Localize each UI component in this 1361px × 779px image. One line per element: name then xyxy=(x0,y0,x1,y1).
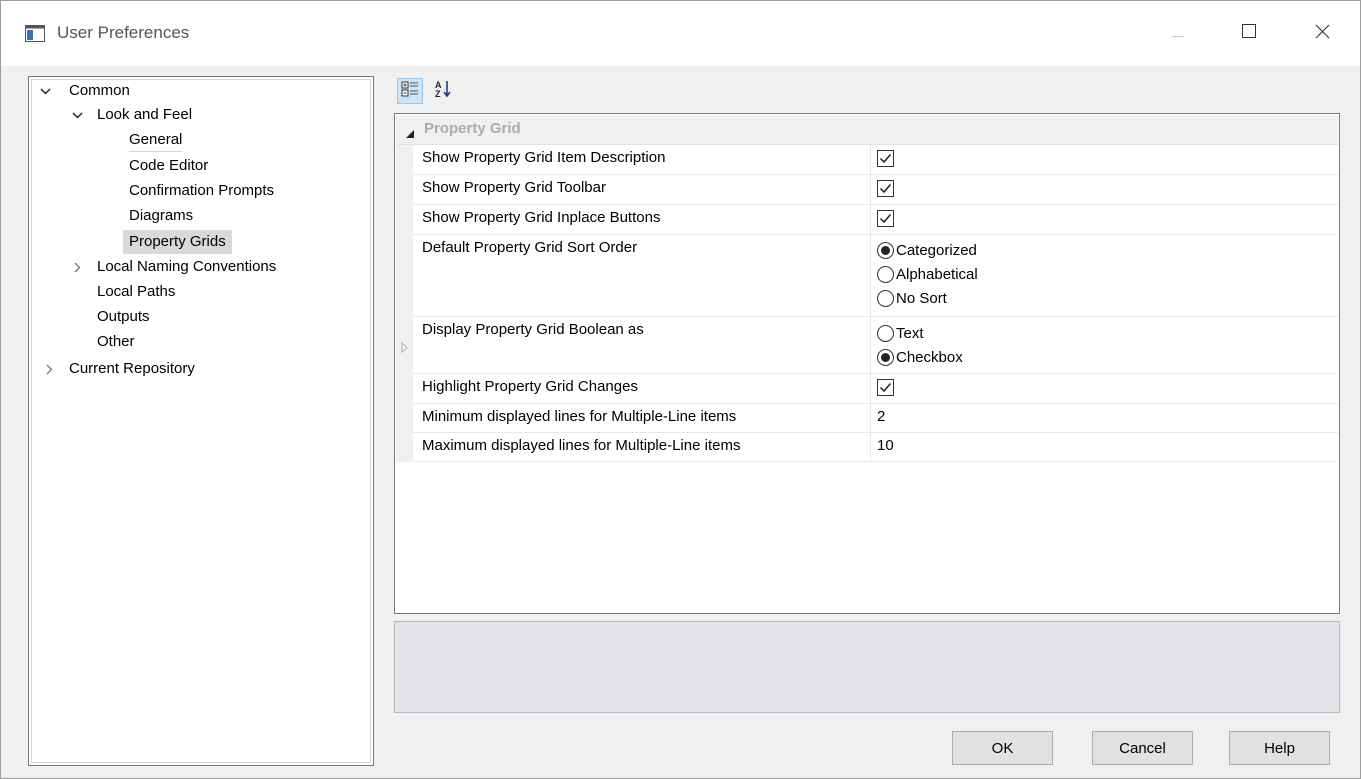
column-separator xyxy=(870,404,871,432)
chevron-right-icon[interactable] xyxy=(70,255,84,279)
tree-item-current-repository[interactable]: Current Repository xyxy=(69,357,195,381)
property-value[interactable]: 2 xyxy=(877,408,885,425)
property-name: Show Property Grid Item Description xyxy=(422,149,666,166)
property-row[interactable]: Show Property Grid Toolbar xyxy=(413,175,1338,205)
close-button[interactable] xyxy=(1299,15,1345,51)
minimize-button[interactable] xyxy=(1155,15,1201,51)
window-title: User Preferences xyxy=(57,23,190,42)
ok-button[interactable]: OK xyxy=(952,731,1053,765)
close-icon xyxy=(1315,24,1330,43)
tree-item-local-naming-conventions[interactable]: Local Naming Conventions xyxy=(97,255,276,279)
radio-option-alphabetical[interactable]: Alphabetical xyxy=(877,262,978,286)
column-separator xyxy=(870,235,871,316)
maximize-icon xyxy=(1242,24,1256,42)
preferences-tree[interactable]: Common Look and Feel General Code Editor… xyxy=(28,76,374,766)
tree-item-common[interactable]: Common xyxy=(69,79,130,103)
tree-item-local-paths[interactable]: Local Paths xyxy=(97,280,175,304)
svg-text:Z: Z xyxy=(435,89,441,99)
radio-button[interactable] xyxy=(877,289,894,307)
tree-item-look-and-feel[interactable]: Look and Feel xyxy=(97,103,192,127)
property-name: Display Property Grid Boolean as xyxy=(422,321,644,338)
column-separator xyxy=(870,433,871,461)
minimize-icon xyxy=(1172,25,1184,42)
property-name: Highlight Property Grid Changes xyxy=(422,378,638,395)
property-row[interactable]: Default Property Grid Sort Order Categor… xyxy=(413,235,1338,317)
categorized-button[interactable] xyxy=(397,78,423,104)
row-pointer-icon xyxy=(401,340,408,357)
category-row[interactable]: Property Grid xyxy=(396,115,1338,145)
tree-item-outputs[interactable]: Outputs xyxy=(97,305,150,329)
checkmark-icon xyxy=(879,214,892,224)
property-name: Minimum displayed lines for Multiple-Lin… xyxy=(422,408,737,425)
radio-option-text[interactable]: Text xyxy=(877,321,924,345)
radio-label: Text xyxy=(896,324,924,342)
tree-item-general[interactable]: General xyxy=(129,128,183,152)
column-separator xyxy=(870,317,871,373)
column-separator xyxy=(870,175,871,204)
app-window-icon xyxy=(25,25,45,42)
checkbox[interactable] xyxy=(877,180,894,197)
radio-label: Checkbox xyxy=(896,348,963,366)
tree-item-other[interactable]: Other xyxy=(97,330,135,354)
row-gutter xyxy=(396,145,413,462)
radio-option-no-sort[interactable]: No Sort xyxy=(877,286,947,310)
column-separator xyxy=(870,374,871,403)
tree-item-confirmation-prompts[interactable]: Confirmation Prompts xyxy=(129,179,274,203)
radio-option-categorized[interactable]: Categorized xyxy=(877,238,977,262)
property-row[interactable]: Highlight Property Grid Changes xyxy=(413,374,1338,404)
cancel-button[interactable]: Cancel xyxy=(1092,731,1193,765)
alphabetical-button[interactable]: A Z xyxy=(430,78,456,104)
help-button[interactable]: Help xyxy=(1229,731,1330,765)
property-name: Show Property Grid Inplace Buttons xyxy=(422,209,661,226)
checkbox[interactable] xyxy=(877,210,894,227)
chevron-down-icon[interactable] xyxy=(38,79,52,103)
radio-button[interactable] xyxy=(877,241,894,259)
property-name: Maximum displayed lines for Multiple-Lin… xyxy=(422,437,741,454)
property-row[interactable]: Maximum displayed lines for Multiple-Lin… xyxy=(413,433,1338,462)
chevron-right-icon[interactable] xyxy=(42,357,56,381)
property-name: Show Property Grid Toolbar xyxy=(422,179,606,196)
radio-option-checkbox[interactable]: Checkbox xyxy=(877,345,963,369)
tree-item-property-grids[interactable]: Property Grids xyxy=(123,230,232,254)
categorized-icon xyxy=(401,80,419,102)
checkmark-icon xyxy=(879,184,892,194)
checkmark-icon xyxy=(879,154,892,164)
property-row[interactable]: Show Property Grid Item Description xyxy=(413,145,1338,175)
title-bar[interactable]: User Preferences xyxy=(0,0,1361,66)
property-name: Default Property Grid Sort Order xyxy=(422,239,638,256)
collapse-triangle-icon[interactable] xyxy=(406,126,415,143)
tree-item-code-editor[interactable]: Code Editor xyxy=(129,154,208,178)
radio-label: Alphabetical xyxy=(896,265,978,283)
description-panel xyxy=(394,621,1340,713)
chevron-down-icon[interactable] xyxy=(70,103,84,127)
radio-button[interactable] xyxy=(877,348,894,366)
radio-button[interactable] xyxy=(877,324,894,342)
category-label: Property Grid xyxy=(424,120,521,137)
column-separator xyxy=(870,145,871,174)
column-separator xyxy=(870,205,871,234)
maximize-button[interactable] xyxy=(1226,15,1272,51)
property-row[interactable]: Show Property Grid Inplace Buttons xyxy=(413,205,1338,235)
checkbox[interactable] xyxy=(877,150,894,167)
tree-item-diagrams[interactable]: Diagrams xyxy=(129,204,193,228)
radio-label: Categorized xyxy=(896,241,977,259)
radio-label: No Sort xyxy=(896,289,947,307)
checkbox[interactable] xyxy=(877,379,894,396)
property-row[interactable]: Display Property Grid Boolean as Text Ch… xyxy=(413,317,1338,374)
property-row[interactable]: Minimum displayed lines for Multiple-Lin… xyxy=(413,404,1338,433)
property-grid[interactable]: Property Grid Show Property Grid Item De… xyxy=(394,113,1340,614)
radio-button[interactable] xyxy=(877,265,894,283)
property-value[interactable]: 10 xyxy=(877,437,894,454)
checkmark-icon xyxy=(879,383,892,393)
sort-az-icon: A Z xyxy=(433,79,453,103)
